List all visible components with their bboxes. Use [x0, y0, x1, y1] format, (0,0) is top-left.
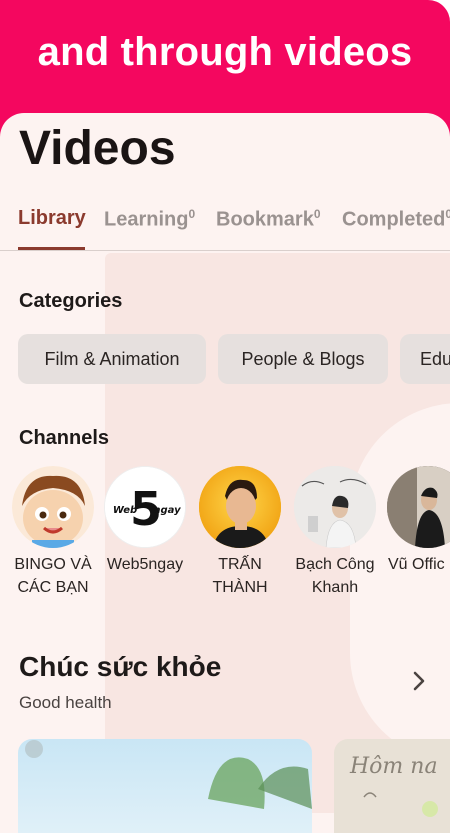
- channel-name: TRẤN THÀNH: [212, 556, 268, 596]
- channel-name: Vũ Offic: [388, 556, 445, 573]
- section-title-health: Chúc sức khỏe: [19, 651, 222, 682]
- channel-bach-cong-khanh[interactable]: Bạch Công Khanh: [287, 466, 383, 599]
- chevron-right-icon[interactable]: [407, 669, 431, 693]
- channel-tran-thanh[interactable]: TRẤN THÀNH: [192, 466, 288, 599]
- web5ngay-logo-icon: 5 Web ngay: [105, 467, 185, 547]
- category-chip-people-blogs[interactable]: People & Blogs: [218, 334, 388, 384]
- video-thumbnail-image: Hôm na: [334, 739, 450, 833]
- tab-bookmark[interactable]: Bookmark0: [216, 207, 321, 232]
- channel-bingo[interactable]: BINGO VÀ CÁC BẠN: [5, 466, 101, 599]
- category-chip-film-animation[interactable]: Film & Animation: [18, 334, 206, 384]
- cartoon-boy-icon: [12, 466, 94, 548]
- avatar: [12, 466, 94, 548]
- tab-library[interactable]: Library: [18, 207, 86, 230]
- channel-name: BINGO VÀ CÁC BẠN: [14, 556, 92, 596]
- album-cover-icon: [294, 466, 376, 548]
- avatar: [387, 466, 450, 548]
- video-thumbnail[interactable]: [18, 739, 312, 833]
- tab-completed[interactable]: Completed0: [342, 207, 450, 232]
- person-portrait-icon: [387, 466, 450, 548]
- tab-learning[interactable]: Learning0: [104, 207, 195, 232]
- promo-text: and through videos: [37, 30, 413, 74]
- channel-web5ngay[interactable]: 5 Web ngay Web5ngay: [97, 466, 193, 576]
- svg-text:Web: Web: [113, 505, 137, 516]
- channel-name: Web5ngay: [106, 556, 184, 573]
- app-screen: Videos Library Learning0 Bookmark0 Compl…: [0, 113, 450, 833]
- avatar: [294, 466, 376, 548]
- page-title: Videos: [19, 122, 176, 175]
- tab-bar: Library Learning0 Bookmark0 Completed0: [0, 207, 450, 251]
- section-subtitle-health: Good health: [19, 693, 112, 712]
- channel-name: Bạch Công Khanh: [295, 556, 375, 596]
- avatar: 5 Web ngay: [104, 466, 186, 548]
- video-thumbnail[interactable]: Hôm na: [334, 739, 450, 833]
- categories-title: Categories: [19, 290, 123, 312]
- video-thumbnail-image: [18, 739, 312, 833]
- person-portrait-icon: [199, 466, 281, 548]
- active-tab-indicator: [18, 247, 85, 250]
- channel-vu-official[interactable]: Vũ Offic: [380, 466, 450, 576]
- channels-title: Channels: [19, 427, 110, 449]
- category-chip-education[interactable]: Edu: [400, 334, 450, 384]
- avatar: [199, 466, 281, 548]
- thumbnail-caption: Hôm na: [349, 754, 438, 779]
- svg-text:ngay: ngay: [153, 505, 181, 516]
